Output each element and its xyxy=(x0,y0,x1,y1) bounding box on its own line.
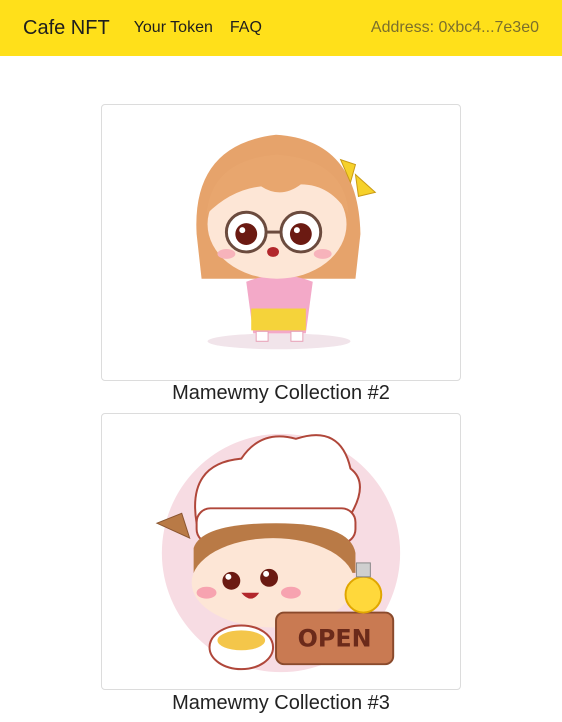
nft-title-2: Mamewmy Collection #2 xyxy=(172,382,390,404)
brand-logo-link[interactable]: Cafe NFT xyxy=(23,17,110,40)
chibi-girl-illustration xyxy=(196,134,377,350)
nav-link-faq[interactable]: FAQ xyxy=(230,19,262,37)
chibi-chef-girl-illustration: OPEN xyxy=(155,433,401,673)
nft-card-image-2[interactable] xyxy=(101,104,461,381)
top-navbar: Cafe NFT Your Token FAQ Address: 0xbc4..… xyxy=(0,0,562,56)
nft-title-3: Mamewmy Collection #3 xyxy=(172,692,390,714)
nft-card-image-3[interactable]: OPEN xyxy=(101,413,461,690)
svg-text:OPEN: OPEN xyxy=(298,624,372,652)
nav-link-your-token[interactable]: Your Token xyxy=(134,19,213,37)
wallet-address: Address: 0xbc4...7e3e0 xyxy=(370,19,539,36)
